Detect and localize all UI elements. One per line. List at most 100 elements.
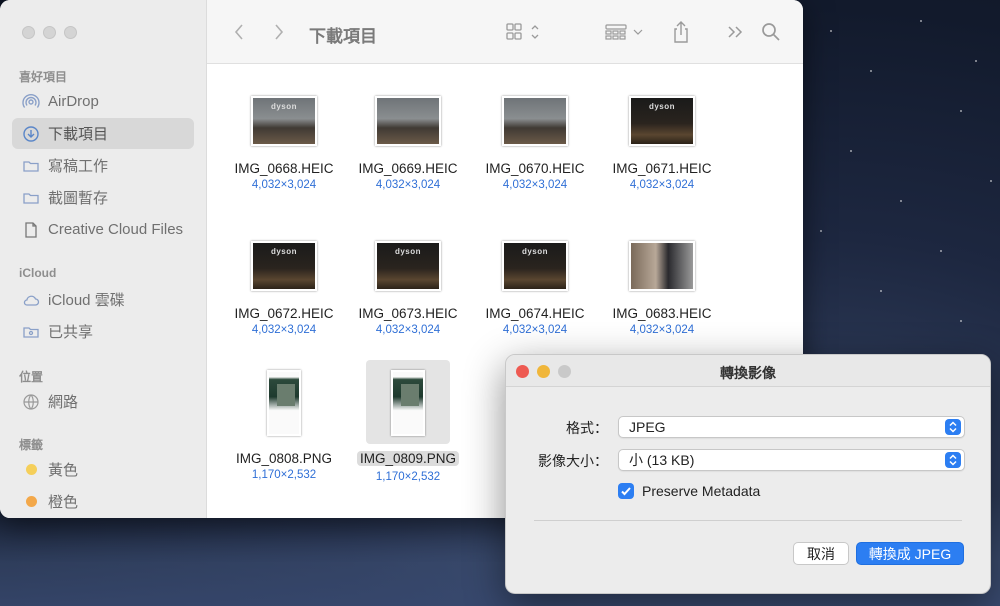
dialog-title: 轉換影像 <box>720 365 776 381</box>
file-name: IMG_0672.HEIC <box>234 306 334 321</box>
star <box>920 20 922 22</box>
file-dimensions: 4,032×3,024 <box>629 179 695 191</box>
size-value: 小 (13 KB) <box>629 452 695 468</box>
network-icon <box>22 393 40 411</box>
document-icon <box>22 221 40 239</box>
thumbnail <box>629 241 695 291</box>
size-popup[interactable]: 小 (13 KB) <box>618 449 965 471</box>
sidebar-item-label: Creative Cloud Files <box>48 221 184 238</box>
file-item-selected[interactable]: IMG_0809.PNG 1,170×2,532 <box>346 354 470 483</box>
shared-folder-icon <box>22 323 40 341</box>
sidebar-item-creative-cloud[interactable]: Creative Cloud Files <box>12 214 194 245</box>
sidebar-item-label: 網路 <box>48 394 79 411</box>
more-button[interactable] <box>725 18 747 46</box>
locations-header: 位置 <box>19 370 44 384</box>
close-button[interactable] <box>22 26 35 39</box>
file-name: IMG_0674.HEIC <box>485 306 585 321</box>
convert-image-dialog: 轉換影像 格式： JPEG 影像大小： 小 (13 KB) Preserve M… <box>505 354 991 594</box>
convert-button[interactable]: 轉換成 JPEG <box>856 542 964 565</box>
sidebar-item-label: 已共享 <box>48 324 94 341</box>
preserve-metadata-checkbox[interactable]: Preserve Metadata <box>618 483 760 499</box>
thumbnail <box>502 96 568 146</box>
cancel-button[interactable]: 取消 <box>793 542 849 565</box>
file-item[interactable]: dyson IMG_0668.HEIC 4,032×3,024 <box>222 64 346 191</box>
file-name: IMG_0668.HEIC <box>234 161 334 176</box>
star <box>960 320 962 322</box>
forward-button[interactable] <box>269 18 289 46</box>
group-button[interactable] <box>603 18 649 46</box>
sidebar-item-shared[interactable]: 已共享 <box>12 316 194 347</box>
format-label: 格式： <box>566 420 608 436</box>
file-name: IMG_0669.HEIC <box>358 161 458 176</box>
star <box>975 60 977 62</box>
updown-chevron-icon <box>945 452 961 468</box>
thumbnail: dyson <box>251 96 317 146</box>
file-item[interactable]: IMG_0670.HEIC 4,032×3,024 <box>473 64 597 191</box>
sidebar-item-label: 寫稿工作 <box>48 158 109 175</box>
zoom-button[interactable] <box>64 26 77 39</box>
file-item[interactable]: dyson IMG_0671.HEIC 4,032×3,024 <box>600 64 724 191</box>
toolbar: 下載項目 <box>207 0 803 64</box>
file-dimensions: 4,032×3,024 <box>375 324 441 336</box>
back-button[interactable] <box>229 18 249 46</box>
chevron-left-icon <box>234 24 243 40</box>
icloud-header: iCloud <box>19 266 57 280</box>
thumbnail: dyson <box>251 241 317 291</box>
download-icon <box>22 125 40 143</box>
format-value: JPEG <box>629 419 666 435</box>
star <box>820 230 822 232</box>
sidebar-item-label: iCloud 雲碟 <box>48 292 125 309</box>
sidebar-item-icloud-drive[interactable]: iCloud 雲碟 <box>12 284 194 315</box>
sidebar-item-label: 截圖暫存 <box>48 190 109 207</box>
sidebar-item-screenshots[interactable]: 截圖暫存 <box>12 182 194 213</box>
sidebar-item-airdrop[interactable]: AirDrop <box>12 86 194 117</box>
updown-chevron-icon <box>945 419 961 435</box>
thumbnail: dyson <box>375 241 441 291</box>
file-item[interactable]: IMG_0669.HEIC 4,032×3,024 <box>346 64 470 191</box>
sidebar-item-label: 下載項目 <box>48 126 109 143</box>
format-popup[interactable]: JPEG <box>618 416 965 438</box>
file-name: IMG_0671.HEIC <box>612 161 712 176</box>
thumbnail <box>267 370 301 436</box>
chevron-right-icon <box>275 24 284 40</box>
file-item[interactable]: dyson IMG_0672.HEIC 4,032×3,024 <box>222 209 346 336</box>
star <box>880 290 882 292</box>
file-dimensions: 4,032×3,024 <box>251 179 317 191</box>
thumbnail <box>375 96 441 146</box>
search-button[interactable] <box>759 18 783 46</box>
file-dimensions: 4,032×3,024 <box>502 324 568 336</box>
file-name: IMG_0673.HEIC <box>358 306 458 321</box>
minimize-button[interactable] <box>43 26 56 39</box>
view-mode-button[interactable] <box>503 18 547 46</box>
folder-icon <box>22 157 40 175</box>
file-name: IMG_0670.HEIC <box>485 161 585 176</box>
file-item[interactable]: IMG_0808.PNG 1,170×2,532 <box>222 354 346 481</box>
sidebar-item-tag-orange[interactable]: 橙色 <box>12 486 194 517</box>
double-chevron-right-icon <box>728 26 743 38</box>
star <box>940 250 942 252</box>
airdrop-icon <box>22 93 40 111</box>
group-icon <box>605 24 643 40</box>
star <box>900 200 902 202</box>
file-dimensions: 1,170×2,532 <box>375 471 441 483</box>
file-item[interactable]: dyson IMG_0673.HEIC 4,032×3,024 <box>346 209 470 336</box>
file-item[interactable]: dyson IMG_0674.HEIC 4,032×3,024 <box>473 209 597 336</box>
tag-dot-icon <box>22 493 40 511</box>
share-icon <box>674 21 688 43</box>
sidebar-item-tag-yellow[interactable]: 黃色 <box>12 454 194 485</box>
search-icon <box>762 23 780 41</box>
preserve-metadata-label: Preserve Metadata <box>642 483 761 499</box>
sidebar-item-label: 橙色 <box>48 494 79 511</box>
sidebar-item-network[interactable]: 網路 <box>12 386 194 417</box>
file-item[interactable]: IMG_0683.HEIC 4,032×3,024 <box>600 209 724 336</box>
thumbnail: dyson <box>502 241 568 291</box>
file-name: IMG_0808.PNG <box>235 451 333 466</box>
divider <box>534 520 962 521</box>
sidebar-item-downloads[interactable]: 下載項目 <box>12 118 194 149</box>
sidebar-item-label: AirDrop <box>48 93 99 110</box>
file-dimensions: 4,032×3,024 <box>629 324 695 336</box>
share-button[interactable] <box>669 18 693 46</box>
sidebar-item-writing[interactable]: 寫稿工作 <box>12 150 194 181</box>
star <box>830 30 832 32</box>
grid-view-icon <box>506 23 539 40</box>
